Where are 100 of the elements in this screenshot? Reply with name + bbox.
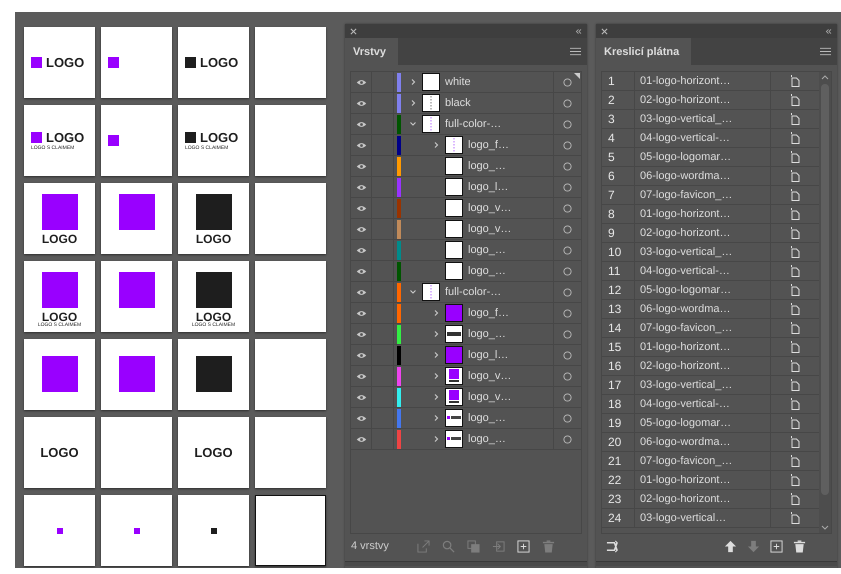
target-circle-icon[interactable] (563, 224, 572, 234)
artboard-options-icon[interactable] (790, 113, 800, 125)
eye-icon[interactable] (356, 246, 366, 254)
artboard[interactable]: LOGO (24, 417, 95, 488)
resize-grip[interactable] (596, 561, 837, 566)
layer-name[interactable]: logo_… (468, 412, 553, 424)
artboard-name[interactable]: 07-logo-favicon_… (635, 319, 771, 337)
artboard-options-icon[interactable] (790, 512, 800, 524)
artboard-options-icon[interactable] (790, 417, 800, 429)
eye-icon[interactable] (356, 394, 366, 400)
artboard-name[interactable]: 03-logo-vertical… (635, 509, 771, 527)
artboard-name[interactable]: 03-logo-vertical_… (635, 110, 771, 128)
artboard-options-icon[interactable] (790, 493, 800, 505)
target-circle-icon[interactable] (563, 204, 572, 212)
eye-icon[interactable] (356, 352, 366, 358)
artboard-options-icon[interactable] (790, 132, 800, 144)
artboard-options-icon[interactable] (790, 474, 800, 486)
chevron-icon[interactable] (432, 435, 440, 443)
artboard[interactable]: LOGO (24, 27, 95, 98)
artboard-name[interactable]: 04-logo-vertical-… (635, 395, 771, 413)
collapse-icon[interactable] (825, 28, 832, 34)
layer-name[interactable]: logo_v… (468, 370, 553, 382)
artboard-name[interactable]: 06-logo-wordma… (635, 433, 771, 451)
artboard-name[interactable]: 01-logo-horizont… (635, 72, 771, 90)
layer-name[interactable]: logo_f… (468, 139, 553, 151)
chevron-icon[interactable] (432, 372, 440, 380)
target-circle-icon[interactable] (563, 266, 572, 276)
menu-icon[interactable] (570, 47, 581, 56)
up-icon[interactable] (724, 540, 737, 552)
eye-icon[interactable] (356, 78, 366, 86)
target-circle-icon[interactable] (563, 308, 572, 318)
artboard-name[interactable]: 02-logo-horizont… (635, 224, 771, 242)
artboard-options-icon[interactable] (790, 360, 800, 372)
close-icon[interactable] (350, 28, 357, 34)
artboard-name[interactable]: 04-logo-vertical-… (635, 129, 771, 147)
eye-icon[interactable] (356, 436, 366, 442)
artboard-options-icon[interactable] (790, 189, 800, 201)
artboard-name[interactable]: 07-logo-favicon_… (635, 186, 771, 204)
artboard-options-icon[interactable] (790, 398, 800, 410)
artboard-options-icon[interactable] (790, 170, 800, 182)
chevron-icon[interactable] (432, 141, 440, 149)
artboard-name[interactable]: 06-logo-wordma… (635, 167, 771, 185)
artboard-name[interactable]: 06-logo-wordma… (635, 300, 771, 318)
layer-name[interactable]: logo_… (468, 265, 553, 277)
artboard-options-icon[interactable] (790, 284, 800, 296)
rearrange-icon[interactable] (606, 540, 619, 552)
target-circle-icon[interactable] (563, 162, 572, 170)
eye-icon[interactable] (356, 100, 366, 106)
scroll-up-icon[interactable] (821, 75, 829, 80)
trash-icon[interactable] (793, 540, 806, 552)
artboard-options-icon[interactable] (790, 75, 800, 87)
target-circle-icon[interactable] (563, 288, 572, 296)
target-circle-icon[interactable] (563, 392, 572, 402)
panel-tab[interactable]: Vrstvy (345, 38, 398, 65)
layer-name[interactable]: logo_f… (468, 307, 553, 319)
new-icon[interactable] (517, 540, 530, 552)
chevron-icon[interactable] (432, 393, 440, 401)
chevron-icon[interactable] (432, 414, 440, 422)
artboard-options-icon[interactable] (790, 94, 800, 106)
layer-name[interactable]: logo_… (468, 160, 553, 172)
artboard-name[interactable]: 02-logo-horizont… (635, 357, 771, 375)
artboard-options-icon[interactable] (790, 341, 800, 353)
target-circle-icon[interactable] (563, 414, 572, 422)
target-circle-icon[interactable] (563, 372, 572, 380)
chevron-icon[interactable] (409, 78, 417, 86)
artboard-options-icon[interactable] (790, 436, 800, 448)
artboard-options-icon[interactable] (790, 208, 800, 220)
artboard-name[interactable]: 03-logo-vertical_… (635, 243, 771, 261)
layer-name[interactable]: logo_… (468, 328, 553, 340)
artboard-name[interactable]: 02-logo-horizont… (635, 91, 771, 109)
artboard-name[interactable]: 04-logo-vertical-… (635, 262, 771, 280)
eye-icon[interactable] (356, 268, 366, 274)
artboard-name[interactable]: 03-logo-vertical_… (635, 376, 771, 394)
target-circle-icon[interactable] (563, 182, 572, 192)
panel-tab[interactable]: Kreslicí plátna (596, 38, 692, 65)
artboard[interactable]: LOGO (178, 27, 249, 98)
layer-name[interactable]: logo_v… (468, 223, 553, 235)
eye-icon[interactable] (356, 288, 366, 296)
artboard-options-icon[interactable] (790, 151, 800, 163)
chevron-icon[interactable] (409, 288, 417, 296)
target-circle-icon[interactable] (563, 330, 572, 338)
artboard-options-icon[interactable] (790, 246, 800, 258)
artboard-options-icon[interactable] (790, 265, 800, 277)
chevron-icon[interactable] (432, 309, 440, 317)
artboard-options-icon[interactable] (790, 322, 800, 334)
target-circle-icon[interactable] (563, 434, 572, 444)
artboard-name[interactable]: 01-logo-horizont… (635, 338, 771, 356)
layer-name[interactable]: logo_v… (468, 202, 553, 214)
layer-name[interactable]: logo_v… (468, 391, 553, 403)
artboard[interactable]: LOGO (178, 417, 249, 488)
chevron-icon[interactable] (409, 99, 417, 107)
layer-name[interactable]: logo_… (468, 433, 553, 445)
artboard-name[interactable]: 07-logo-favicon_… (635, 452, 771, 470)
chevron-icon[interactable] (432, 351, 440, 359)
artboard[interactable]: LOGO (24, 183, 95, 254)
artboard-name[interactable]: 05-logo-logomar… (635, 281, 771, 299)
scroll-down-icon[interactable] (821, 525, 829, 530)
layer-name[interactable]: logo_… (468, 244, 553, 256)
target-circle-icon[interactable] (563, 140, 572, 150)
chevron-icon[interactable] (409, 120, 417, 128)
